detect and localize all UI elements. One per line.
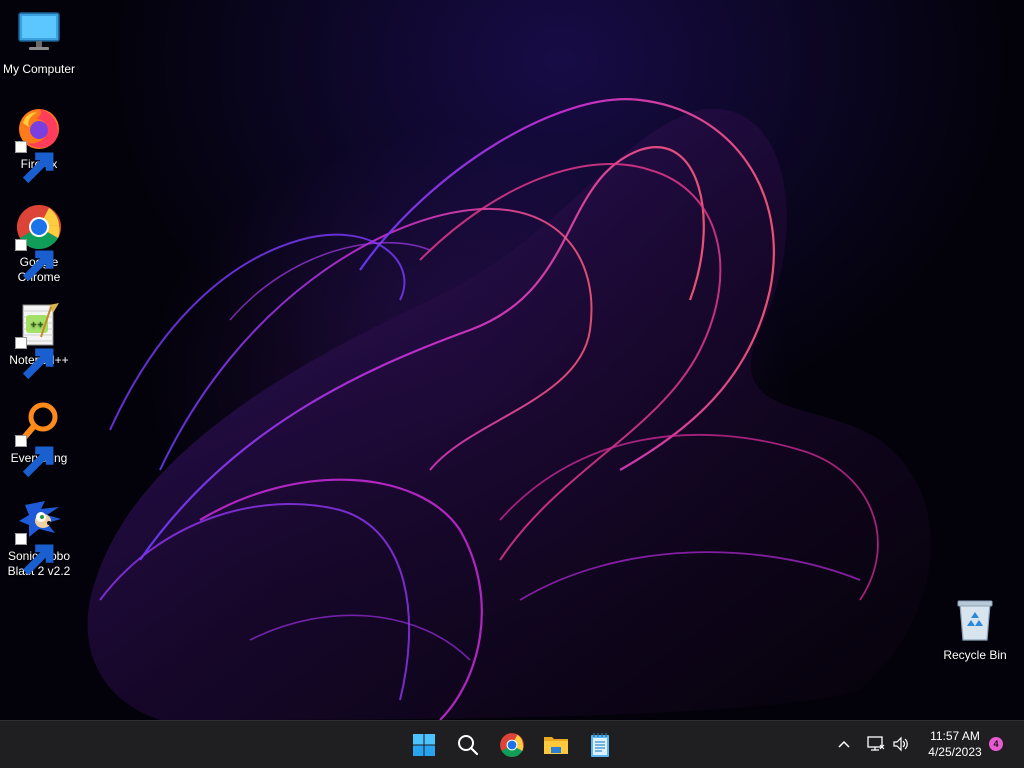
desktop-icon-label: Recycle Bin	[943, 648, 1007, 662]
desktop-icon-google-chrome[interactable]: Google Chrome	[1, 203, 77, 285]
recycle-bin-icon	[951, 596, 999, 644]
svg-text:++: ++	[30, 320, 43, 329]
shortcut-arrow-icon	[15, 239, 54, 282]
desktop-icon-my-computer[interactable]: My Computer	[1, 10, 77, 77]
desktop-icon-label: My Computer	[2, 62, 76, 76]
everything-icon	[15, 399, 63, 478]
clock-time: 11:57 AM	[930, 729, 980, 743]
notepad-icon	[591, 733, 609, 757]
taskbar: 11:57 AM 4/25/2023	[0, 720, 1024, 768]
monitor-icon	[15, 10, 63, 58]
shortcut-arrow-icon	[15, 435, 54, 478]
wallpaper-bloom-art	[87, 98, 931, 720]
taskbar-start-button[interactable]	[407, 728, 441, 762]
search-icon	[458, 735, 479, 756]
chrome-icon	[500, 733, 524, 757]
speaker-icon	[893, 736, 908, 752]
folder-icon	[544, 737, 568, 754]
desktop-wallpaper	[0, 0, 1024, 720]
tray-volume-button[interactable]	[891, 734, 911, 754]
shortcut-arrow-icon	[15, 141, 54, 184]
desktop-icon-everything[interactable]: Everything	[1, 399, 77, 478]
taskbar-chrome-button[interactable]	[495, 728, 529, 762]
notification-count-badge[interactable]: 4	[989, 737, 1003, 751]
taskbar-clock[interactable]: 11:57 AM 4/25/2023	[920, 728, 990, 760]
desktop-icon-firefox[interactable]: Firefox	[1, 105, 77, 184]
network-icon	[867, 736, 885, 751]
tray-network-button[interactable]	[866, 734, 886, 754]
shortcut-arrow-icon	[15, 337, 54, 380]
sonic-icon	[15, 497, 63, 576]
desktop-icon-sonic-robo-blast-2[interactable]: Sonic Robo Blast 2 v2.2	[1, 497, 77, 579]
firefox-icon	[15, 105, 63, 184]
taskbar-file-explorer-button[interactable]	[539, 728, 573, 762]
desktop-icon-recycle-bin[interactable]: Recycle Bin	[937, 596, 1013, 663]
taskbar-notepad-button[interactable]	[583, 728, 617, 762]
tray-overflow-button[interactable]	[834, 734, 854, 754]
desktop-icon-notepad-plus-plus[interactable]: ++ Notepad++	[1, 301, 77, 380]
notepadpp-icon: ++	[15, 301, 63, 380]
chrome-icon	[15, 203, 63, 282]
clock-date: 4/25/2023	[928, 745, 982, 759]
shortcut-arrow-icon	[15, 533, 54, 576]
chevron-up-icon	[838, 740, 850, 748]
windows-start-icon	[413, 734, 435, 756]
taskbar-search-button[interactable]	[451, 728, 485, 762]
